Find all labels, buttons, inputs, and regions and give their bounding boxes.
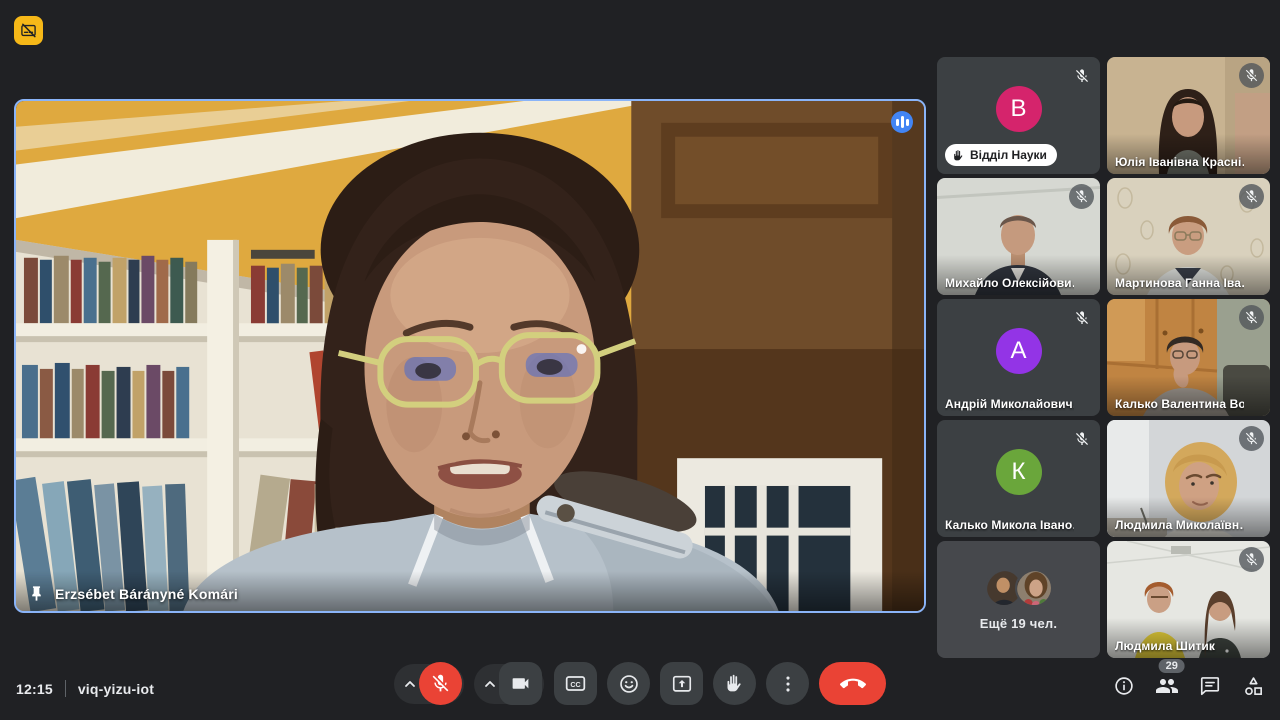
muted-mic-icon [1069, 305, 1094, 330]
participant-tile[interactable]: Юлія Іванівна Красні… [1107, 57, 1270, 174]
raised-hand-icon [952, 149, 965, 162]
camera-control-group [474, 664, 544, 704]
participant-name: Відділ Науки [970, 148, 1047, 162]
present-screen-icon [671, 673, 693, 695]
muted-mic-icon [1069, 426, 1094, 451]
reactions-button[interactable] [607, 662, 650, 705]
participant-tile[interactable]: Мартинова Ганна Іва… [1107, 178, 1270, 295]
participant-tile[interactable]: Михайло Олексійови… [937, 178, 1100, 295]
participant-count-badge: 29 [1159, 659, 1185, 673]
clock-time: 12:15 [16, 681, 53, 697]
speaker-name: Erzsébet Bárányné Komári [55, 586, 238, 602]
muted-mic-icon [1239, 305, 1264, 330]
video-thumbnail [16, 101, 924, 611]
participant-name: Людмила Миколаївн… [1115, 518, 1244, 532]
meeting-panels: 29 [1112, 674, 1265, 698]
participant-name: Михайло Олексійови… [945, 276, 1074, 290]
participant-name: Юлія Іванівна Красні… [1115, 155, 1244, 169]
overflow-count-label: Ещё 19 чел. [980, 616, 1057, 631]
info-icon [1113, 675, 1135, 697]
chat-button[interactable] [1198, 674, 1222, 698]
participant-name: Людмила Шитик [1115, 639, 1244, 653]
raise-hand-icon [724, 673, 745, 694]
camera-button[interactable] [499, 662, 542, 705]
captions-icon: CC [564, 672, 587, 695]
participant-tile[interactable]: А Андрій Миколайович… [937, 299, 1100, 416]
participant-name: Андрій Миколайович… [945, 397, 1074, 411]
muted-mic-icon [1239, 426, 1264, 451]
more-options-icon [777, 673, 799, 695]
participant-tile[interactable]: B Відділ Науки [937, 57, 1100, 174]
mic-control-group [394, 664, 464, 704]
participant-tile[interactable]: Людмила Миколаївн… [1107, 420, 1270, 537]
participant-name: Калько Микола Івано… [945, 518, 1074, 532]
pinned-speaker-label: Erzsébet Bárányné Komári [28, 585, 238, 602]
muted-mic-icon [1239, 63, 1264, 88]
svg-text:CC: CC [570, 681, 580, 689]
participant-tile[interactable]: Людмила Шитик [1107, 541, 1270, 658]
camera-icon [510, 673, 531, 694]
meeting-code: viq-yizu-iot [78, 681, 154, 697]
participant-tile[interactable]: К Калько Микола Івано… [937, 420, 1100, 537]
emoji-icon [618, 673, 640, 695]
activities-button[interactable] [1241, 674, 1265, 698]
main-speaker-video[interactable]: Erzsébet Bárányné Komári [14, 99, 926, 613]
participant-name: Мартинова Ганна Іва… [1115, 276, 1244, 290]
divider [65, 680, 66, 697]
pin-icon [28, 585, 45, 602]
avatar: B [996, 86, 1042, 132]
avatar: А [996, 328, 1042, 374]
muted-mic-icon [1069, 184, 1094, 209]
end-call-icon [840, 671, 866, 697]
call-controls: CC [394, 662, 886, 705]
camera-options-chevron[interactable] [481, 664, 499, 704]
avatar: К [996, 449, 1042, 495]
avatar [1015, 569, 1053, 607]
more-options-button[interactable] [766, 662, 809, 705]
chat-icon [1199, 675, 1221, 697]
meeting-details-button[interactable] [1112, 674, 1136, 698]
participant-grid: B Відділ Науки Юлія Іванівна Красні… [937, 57, 1270, 658]
captions-button[interactable]: CC [554, 662, 597, 705]
people-icon [1155, 674, 1179, 698]
mic-mute-button[interactable] [419, 662, 462, 705]
raised-hand-chip: Відділ Науки [945, 144, 1057, 166]
end-call-button[interactable] [819, 662, 886, 705]
participants-button[interactable]: 29 [1155, 674, 1179, 698]
mic-options-chevron[interactable] [401, 664, 419, 704]
meeting-info: 12:15 viq-yizu-iot [16, 680, 154, 697]
muted-mic-icon [1239, 547, 1264, 572]
muted-mic-icon [1069, 63, 1094, 88]
overflow-avatars [985, 569, 1053, 607]
mic-off-icon [430, 673, 451, 694]
raise-hand-button[interactable] [713, 662, 756, 705]
participant-name: Калько Валентина Во… [1115, 397, 1244, 411]
present-screen-button[interactable] [660, 662, 703, 705]
participant-tile[interactable]: Калько Валентина Во… [1107, 299, 1270, 416]
overflow-participants-tile[interactable]: Ещё 19 чел. [937, 541, 1100, 658]
captions-disabled-notification[interactable] [14, 16, 43, 45]
captions-disabled-icon [20, 22, 37, 39]
activities-icon [1242, 675, 1265, 698]
muted-mic-icon [1239, 184, 1264, 209]
audio-activity-indicator [891, 111, 913, 133]
